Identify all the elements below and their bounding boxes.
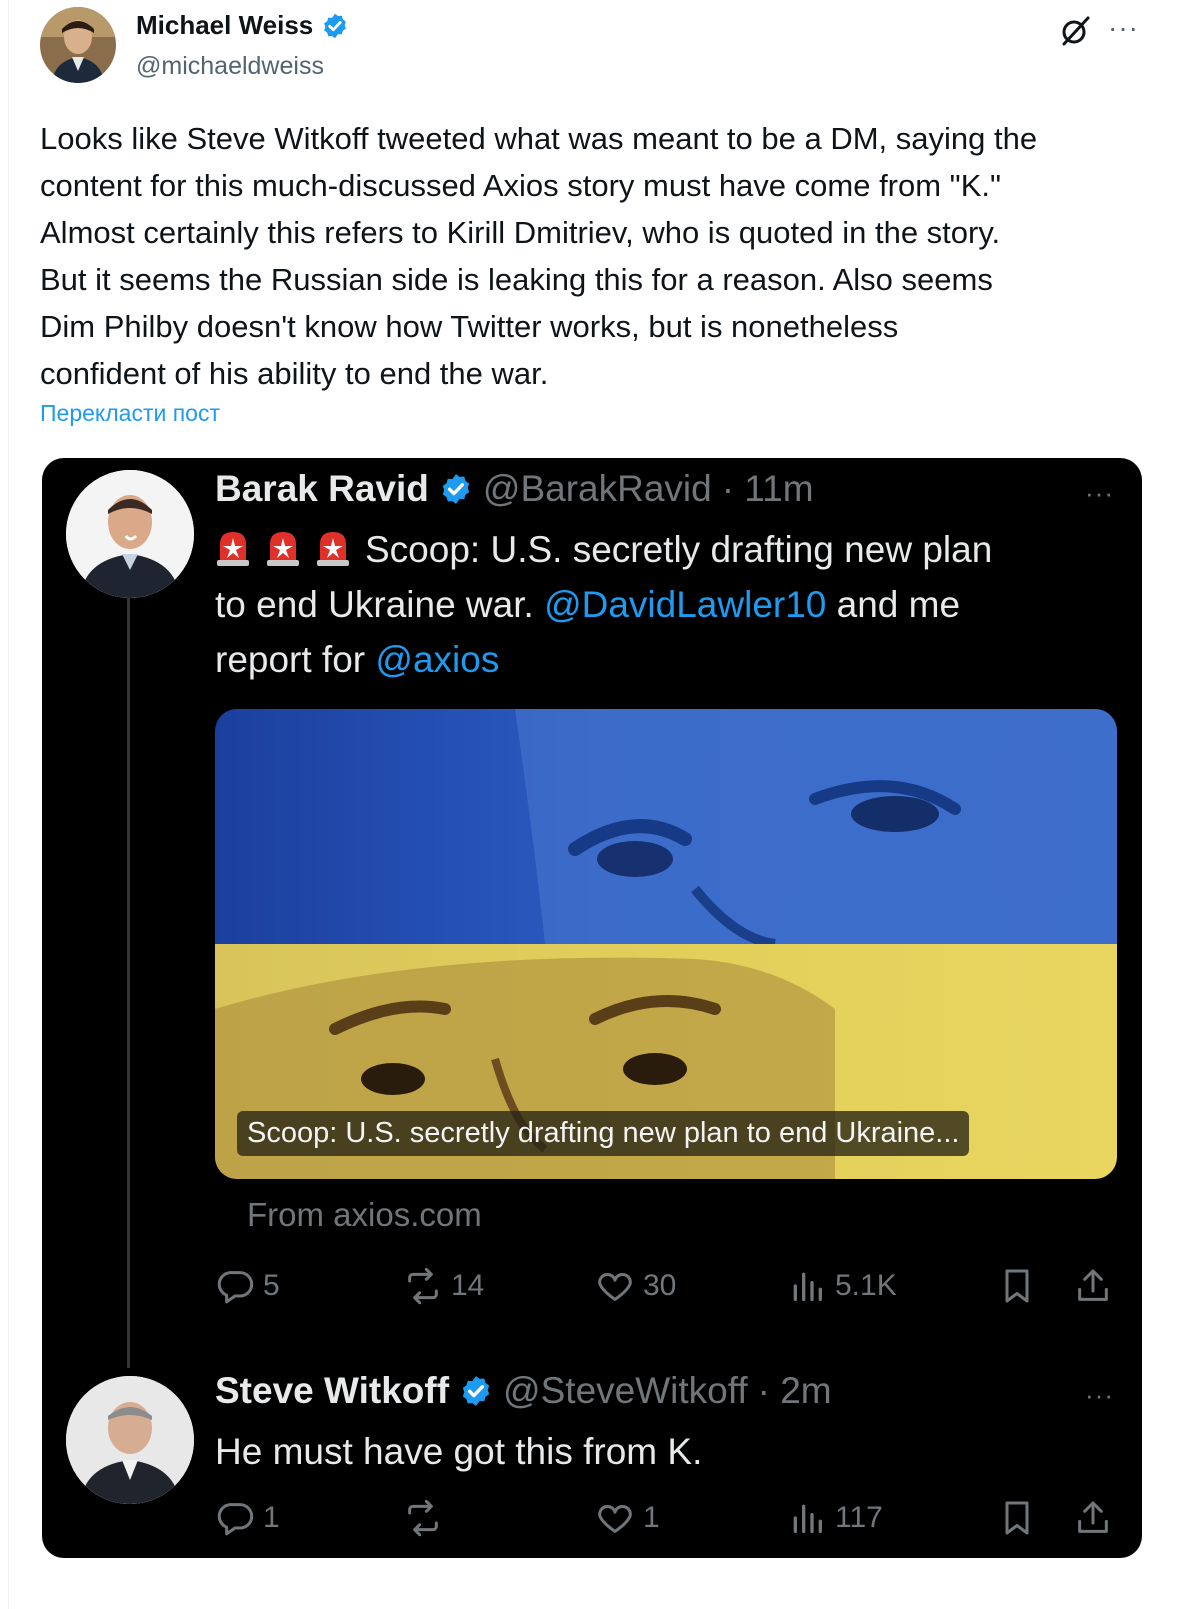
siren-icon [217, 532, 249, 566]
timestamp: · 2m [757, 1370, 832, 1411]
views-icon [793, 1272, 822, 1301]
tweet-text-line: Scoop: U.S. secretly drafting new plan [365, 529, 993, 570]
views-icon [793, 1504, 822, 1533]
author-name: Barak Ravid [215, 468, 429, 509]
author-handle[interactable]: @michaeldweiss [136, 52, 324, 81]
author-name: Steve Witkoff [215, 1370, 450, 1411]
tweet-text-line: Looks like Steve Witkoff tweeted what wa… [40, 121, 1038, 156]
tweet-text-line: to end Ukraine war. [215, 584, 545, 625]
verified-badge-icon [442, 474, 470, 504]
like-count: 30 [643, 1269, 677, 1302]
link-preview-caption: Scoop: U.S. secretly drafting new plan t… [237, 1111, 970, 1156]
reply-icon [217, 1271, 254, 1304]
siren-icon [317, 532, 349, 566]
timestamp: · 11m [721, 468, 814, 509]
tweet-header: Barak Ravid @BarakRavid · 11m [215, 468, 814, 510]
views-count: 117 [835, 1501, 883, 1534]
tweet-text-line: Dim Philby doesn't know how Twitter work… [40, 309, 899, 344]
link-source: From axios.com [247, 1196, 482, 1233]
reply-button: 5 [215, 1266, 280, 1306]
views-button: 117 [787, 1498, 883, 1538]
share-button [1073, 1266, 1113, 1306]
tweet-text-line: and me [826, 584, 961, 625]
more-icon[interactable]: ··· [1108, 14, 1139, 42]
column-divider [8, 0, 9, 1609]
tweet-text: He must have got this from K. [215, 1431, 703, 1472]
like-button: 30 [595, 1266, 676, 1306]
repost-icon [408, 1267, 438, 1305]
author-handle: @SteveWitkoff [503, 1370, 748, 1411]
bookmark-button [997, 1266, 1037, 1306]
reply-button: 1 [215, 1498, 280, 1538]
mention-link: @axios [375, 639, 500, 680]
tweet-text-line: content for this much-discussed Axios st… [40, 168, 1001, 203]
tweet-header: Steve Witkoff @SteveWitkoff · 2m [215, 1370, 832, 1412]
author-handle: @BarakRavid [482, 468, 712, 509]
reply-count: 5 [263, 1269, 280, 1302]
tweet-actions: 1 1 117 [215, 1498, 1120, 1542]
verified-badge-icon [324, 13, 347, 38]
embedded-screenshot[interactable]: Barak Ravid @BarakRavid · 11m ··· Scoop:… [42, 458, 1142, 1558]
mention-link: @DavidLawler10 [544, 584, 827, 625]
avatar [66, 470, 194, 598]
repost-button: 14 [403, 1266, 484, 1306]
tweet-text: Scoop: U.S. secretly drafting new plan t… [215, 522, 1125, 687]
verified-badge-icon [462, 1376, 490, 1406]
tweet-text: Looks like Steve Witkoff tweeted what wa… [40, 115, 1150, 397]
like-button: 1 [595, 1498, 660, 1538]
like-icon [598, 1505, 632, 1533]
like-count: 1 [643, 1501, 660, 1534]
avatar[interactable] [40, 7, 116, 83]
bookmark-icon [1005, 1501, 1029, 1535]
more-icon: ··· [1085, 1380, 1114, 1410]
repost-count: 14 [451, 1269, 485, 1302]
tweet-actions: 5 14 30 5.1K [215, 1266, 1120, 1310]
bookmark-icon [1005, 1269, 1029, 1303]
share-icon [1078, 1269, 1108, 1301]
author-name[interactable]: Michael Weiss [136, 10, 349, 41]
views-count: 5.1K [835, 1269, 897, 1302]
views-button: 5.1K [787, 1266, 897, 1306]
reply-icon [217, 1503, 254, 1536]
translate-post-link[interactable]: Перекласти пост [40, 400, 220, 427]
siren-icon [267, 532, 299, 566]
tweet-text-line: But it seems the Russian side is leaking… [40, 262, 993, 297]
link-preview-image: Scoop: U.S. secretly drafting new plan t… [215, 709, 1117, 1179]
tweet-text-line: report for [215, 639, 376, 680]
tweet-text-line: confident of his ability to end the war. [40, 356, 549, 391]
grok-icon[interactable] [1058, 14, 1092, 48]
share-button [1073, 1498, 1113, 1538]
share-icon [1078, 1501, 1108, 1533]
reply-count: 1 [263, 1501, 280, 1534]
repost-icon [408, 1499, 438, 1537]
thread-line [127, 598, 130, 1368]
like-icon [598, 1273, 632, 1301]
more-icon: ··· [1085, 478, 1114, 508]
avatar [66, 1376, 194, 1504]
repost-button [403, 1498, 451, 1538]
bookmark-button [997, 1498, 1037, 1538]
tweet-text-line: Almost certainly this refers to Kirill D… [40, 215, 1001, 250]
